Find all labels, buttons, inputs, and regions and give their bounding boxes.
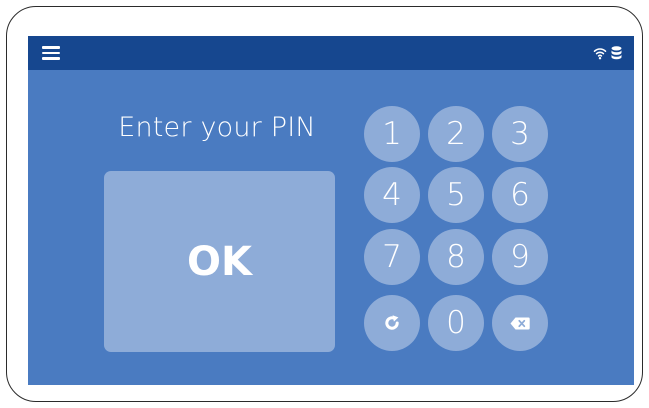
key-6[interactable]: 6 xyxy=(492,167,548,223)
pin-prompt: Enter your PIN xyxy=(118,112,316,143)
key-9[interactable]: 9 xyxy=(492,229,548,285)
top-bar xyxy=(28,36,634,70)
refresh-button[interactable] xyxy=(364,295,420,351)
backspace-icon xyxy=(510,317,530,329)
ok-button[interactable]: OK xyxy=(104,171,335,352)
refresh-icon xyxy=(385,315,399,330)
key-0[interactable]: 0 xyxy=(428,295,484,351)
backspace-button[interactable] xyxy=(492,295,548,351)
key-8[interactable]: 8 xyxy=(428,229,484,285)
hamburger-menu-icon[interactable] xyxy=(42,46,60,60)
status-icons xyxy=(593,45,622,61)
key-3[interactable]: 3 xyxy=(492,106,548,162)
key-5[interactable]: 5 xyxy=(428,167,484,223)
key-1[interactable]: 1 xyxy=(364,106,420,162)
wifi-icon xyxy=(593,48,607,60)
key-4[interactable]: 4 xyxy=(364,167,420,223)
screen: Enter your PIN OK 1 2 3 4 5 6 7 8 9 0 xyxy=(28,36,634,385)
key-2[interactable]: 2 xyxy=(428,106,484,162)
database-icon xyxy=(611,46,622,60)
key-7[interactable]: 7 xyxy=(364,229,420,285)
